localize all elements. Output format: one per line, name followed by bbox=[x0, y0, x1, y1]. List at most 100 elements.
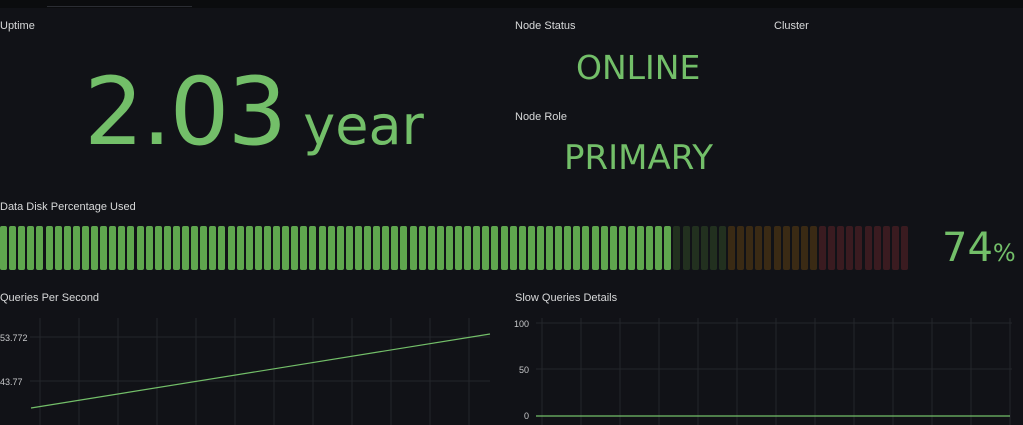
qps-series-line bbox=[30, 333, 491, 409]
gauge-segment bbox=[282, 226, 290, 270]
gauge-segment bbox=[100, 226, 108, 270]
gauge-segment bbox=[500, 226, 508, 270]
gauge-segment bbox=[591, 226, 599, 270]
gauge-segment bbox=[819, 226, 827, 270]
gauge-segment bbox=[200, 226, 208, 270]
gauge-segment bbox=[436, 226, 444, 270]
gauge-segment bbox=[182, 226, 190, 270]
gauge-segment bbox=[327, 226, 335, 270]
gauge-segment bbox=[655, 226, 663, 270]
gauge-segment bbox=[527, 226, 535, 270]
uptime-value: 2.03 bbox=[84, 58, 287, 167]
gauge-segment bbox=[400, 226, 408, 270]
gauge-segment bbox=[364, 226, 372, 270]
gauge-segment bbox=[127, 226, 135, 270]
gauge-segment bbox=[445, 226, 453, 270]
gauge-segment bbox=[263, 226, 271, 270]
gauge-segment bbox=[382, 226, 390, 270]
gauge-segment bbox=[873, 226, 881, 270]
gauge-segment bbox=[336, 226, 344, 270]
dashboard-topbar bbox=[0, 0, 1023, 8]
uptime-panel-title[interactable]: Uptime bbox=[0, 20, 35, 32]
gauge-segment bbox=[764, 226, 772, 270]
gauge-segment bbox=[509, 226, 517, 270]
slow-panel-title[interactable]: Slow Queries Details bbox=[515, 292, 617, 304]
gauge-segment bbox=[709, 226, 717, 270]
gauge-segment bbox=[172, 226, 180, 270]
gauge-segment bbox=[18, 226, 26, 270]
node-status-panel-title[interactable]: Node Status bbox=[515, 20, 576, 32]
gauge-segment bbox=[618, 226, 626, 270]
gauge-segment bbox=[682, 226, 690, 270]
gauge-segment bbox=[564, 226, 572, 270]
gauge-segment bbox=[746, 226, 754, 270]
gauge-segment bbox=[9, 226, 17, 270]
qps-panel-title[interactable]: Queries Per Second bbox=[0, 292, 99, 304]
gauge-segment bbox=[63, 226, 71, 270]
slow-grid bbox=[536, 318, 1012, 425]
gauge-segment bbox=[473, 226, 481, 270]
gauge-segment bbox=[236, 226, 244, 270]
gauge-segment bbox=[837, 226, 845, 270]
gauge-segment bbox=[700, 226, 708, 270]
gauge-segment bbox=[482, 226, 490, 270]
qps-ytick-1: 43.77 bbox=[0, 377, 23, 387]
disk-panel-title[interactable]: Data Disk Percentage Used bbox=[0, 201, 136, 213]
gauge-segment bbox=[609, 226, 617, 270]
gauge-segment bbox=[136, 226, 144, 270]
gauge-segment bbox=[309, 226, 317, 270]
slow-ytick-50: 50 bbox=[519, 365, 529, 375]
disk-value: 74 bbox=[942, 225, 993, 271]
gauge-segment bbox=[81, 226, 89, 270]
gauge-segment bbox=[673, 226, 681, 270]
node-status-value: ONLINE bbox=[576, 48, 701, 87]
gauge-segment bbox=[455, 226, 463, 270]
gauge-segment bbox=[218, 226, 226, 270]
gauge-segment bbox=[36, 226, 44, 270]
gauge-segment bbox=[728, 226, 736, 270]
gauge-segment bbox=[627, 226, 635, 270]
gauge-segment bbox=[782, 226, 790, 270]
gauge-segment bbox=[391, 226, 399, 270]
gauge-segment bbox=[209, 226, 217, 270]
gauge-segment bbox=[864, 226, 872, 270]
gauge-segment bbox=[718, 226, 726, 270]
gauge-segment bbox=[27, 226, 35, 270]
gauge-segment bbox=[846, 226, 854, 270]
gauge-segment bbox=[855, 226, 863, 270]
gauge-segment bbox=[154, 226, 162, 270]
cluster-panel-title[interactable]: Cluster bbox=[774, 20, 809, 32]
gauge-segment bbox=[755, 226, 763, 270]
gauge-segment bbox=[409, 226, 417, 270]
gauge-segment bbox=[373, 226, 381, 270]
gauge-segment bbox=[882, 226, 890, 270]
gauge-segment bbox=[737, 226, 745, 270]
gauge-segment bbox=[118, 226, 126, 270]
gauge-segment bbox=[573, 226, 581, 270]
gauge-segment bbox=[637, 226, 645, 270]
gauge-segment bbox=[646, 226, 654, 270]
gauge-segment bbox=[791, 226, 799, 270]
slow-ytick-100: 100 bbox=[514, 319, 529, 329]
slow-chart: 100 50 0 bbox=[514, 318, 1012, 425]
gauge-segment bbox=[227, 226, 235, 270]
gauge-segment bbox=[536, 226, 544, 270]
node-role-panel-title[interactable]: Node Role bbox=[515, 111, 567, 123]
uptime-value-group: 2.03 year bbox=[84, 66, 424, 160]
gauge-segment bbox=[191, 226, 199, 270]
gauge-segment bbox=[245, 226, 253, 270]
gauge-segment bbox=[54, 226, 62, 270]
gauge-segment bbox=[691, 226, 699, 270]
gauge-segment bbox=[427, 226, 435, 270]
gauge-segment bbox=[518, 226, 526, 270]
gauge-segment bbox=[664, 226, 672, 270]
gauge-segment bbox=[273, 226, 281, 270]
gauge-segment bbox=[891, 226, 899, 270]
gauge-segment bbox=[163, 226, 171, 270]
gauge-segment bbox=[354, 226, 362, 270]
gauge-segment bbox=[900, 226, 908, 270]
gauge-segment bbox=[72, 226, 80, 270]
disk-value-group: 74% bbox=[942, 228, 1016, 268]
gauge-segment bbox=[291, 226, 299, 270]
gauge-segment bbox=[254, 226, 262, 270]
